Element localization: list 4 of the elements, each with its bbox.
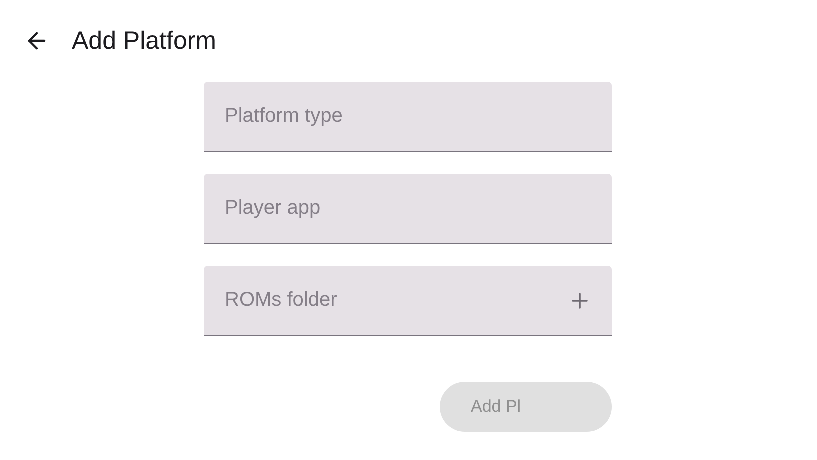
page-title: Add Platform (72, 26, 217, 56)
input-field[interactable]: Platform type (204, 82, 612, 152)
input-field[interactable]: Player app (204, 174, 612, 244)
input-field[interactable]: ROMs folder (204, 266, 612, 336)
